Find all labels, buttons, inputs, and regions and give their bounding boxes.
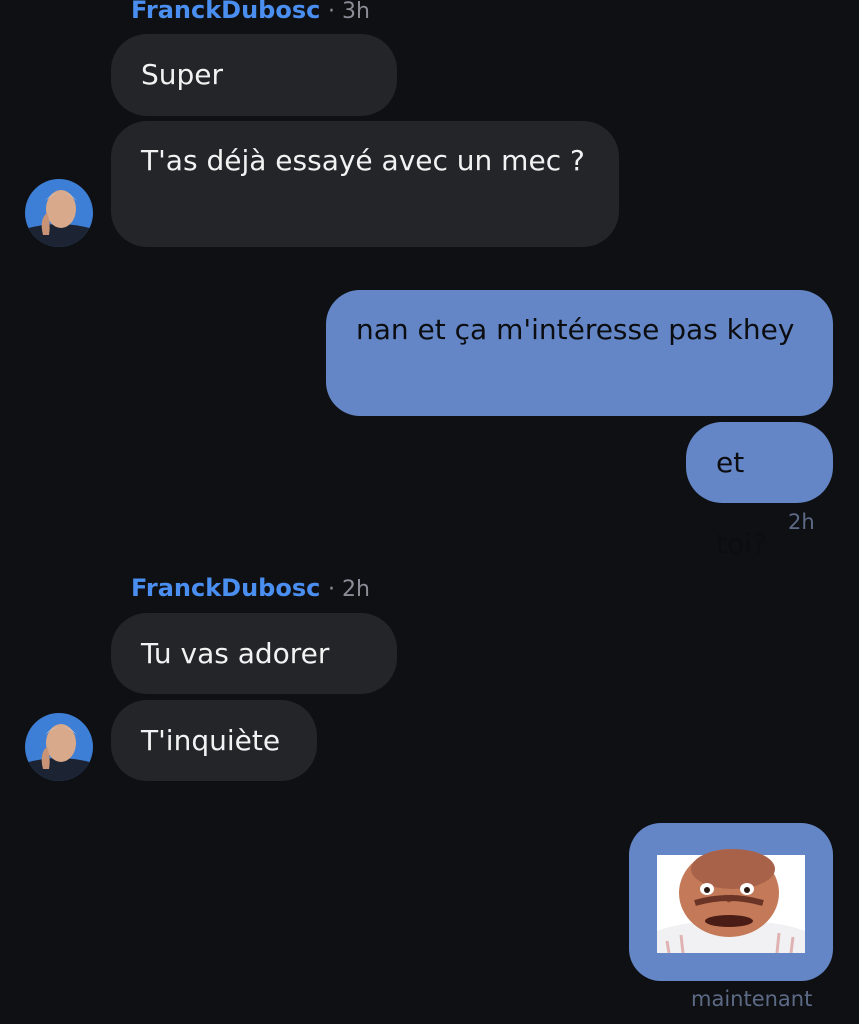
message-header: FranckDubosc · 3h xyxy=(131,0,370,24)
message-text: nan et ça m'intéresse pas khey xyxy=(356,313,795,346)
outgoing-message-bubble[interactable]: et toi? xyxy=(686,422,833,560)
message-time: · 2h xyxy=(328,577,370,602)
outgoing-sticker-bubble[interactable] xyxy=(629,823,833,981)
incoming-message-bubble[interactable]: Super xyxy=(111,34,397,116)
incoming-message-bubble[interactable]: T'as déjà essayé avec un mec ? xyxy=(111,121,619,247)
message-timestamp: 2h xyxy=(788,510,815,534)
message-time: · 3h xyxy=(328,0,370,24)
sender-name[interactable]: FranckDubosc xyxy=(131,0,320,24)
incoming-message-bubble[interactable]: T'inquiète xyxy=(111,700,317,781)
sender-avatar[interactable] xyxy=(25,179,93,247)
sender-avatar[interactable] xyxy=(25,713,93,781)
message-text: et toi? xyxy=(716,446,767,560)
outgoing-message-bubble[interactable]: nan et ça m'intéresse pas khey xyxy=(326,290,833,416)
incoming-message-bubble[interactable]: Tu vas adorer xyxy=(111,613,397,694)
message-text: Super xyxy=(141,58,224,91)
message-header: FranckDubosc · 2h xyxy=(131,574,370,602)
sticker-image xyxy=(657,849,805,954)
message-text: T'inquiète xyxy=(141,724,281,757)
message-text: T'as déjà essayé avec un mec ? xyxy=(141,144,585,177)
chat-thread: FranckDubosc · 3h Super T'as déjà essayé… xyxy=(0,0,859,1024)
message-timestamp: maintenant xyxy=(691,987,813,1011)
message-text: Tu vas adorer xyxy=(141,637,330,670)
sender-name[interactable]: FranckDubosc xyxy=(131,574,320,602)
